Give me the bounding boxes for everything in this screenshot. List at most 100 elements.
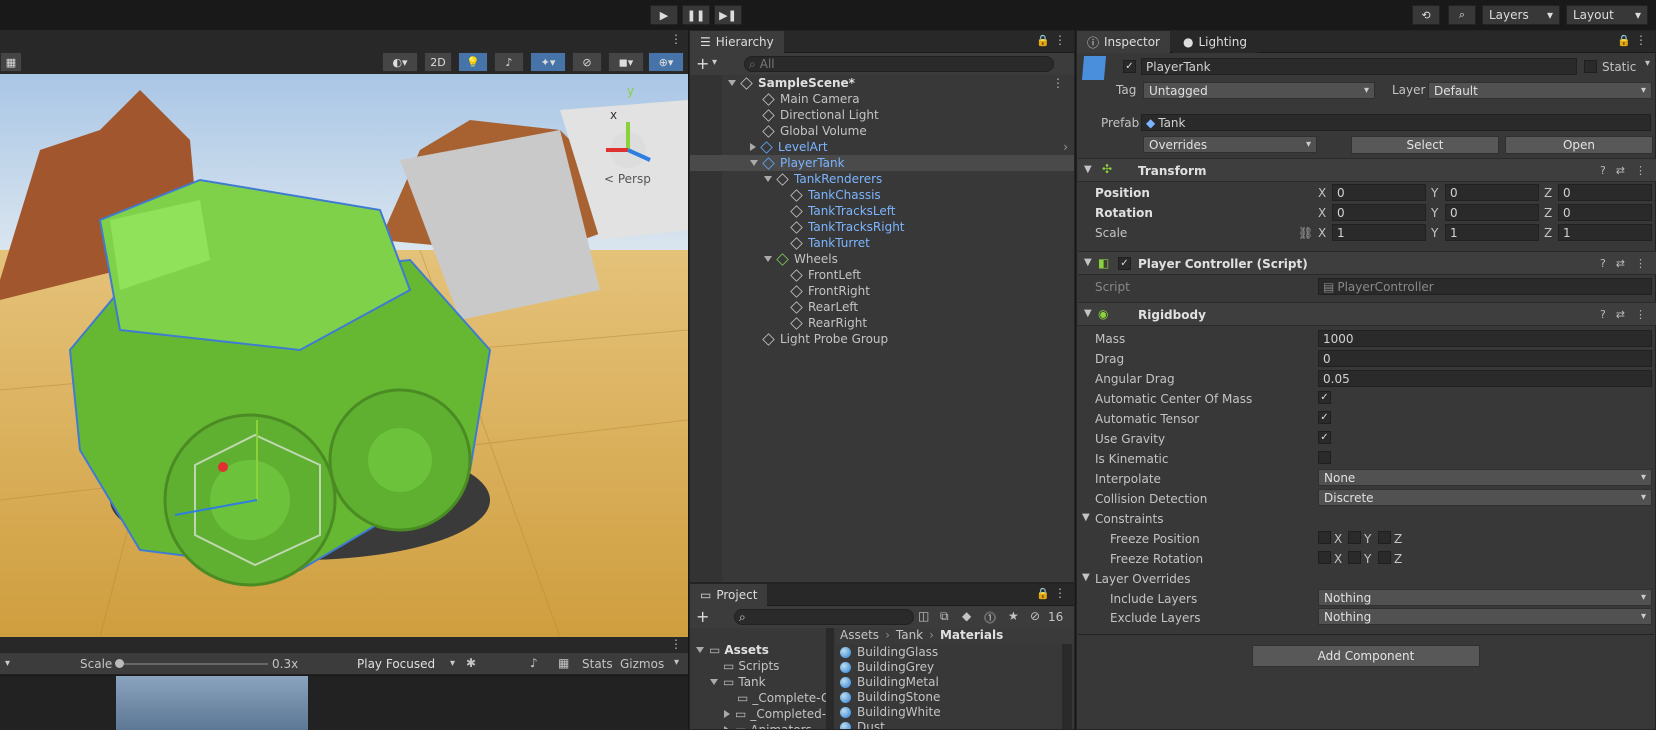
hierarchy-item[interactable]: TankTurret	[690, 235, 1074, 251]
project-folder[interactable]: ▭ Assets	[690, 642, 769, 658]
hierarchy-item[interactable]: Global Volume	[690, 123, 1074, 139]
lock-icon[interactable]: 🔒	[1617, 34, 1631, 47]
freeze-rotation-z-checkbox[interactable]	[1378, 551, 1391, 564]
tab-lighting[interactable]: ● Lighting	[1173, 31, 1257, 53]
add-button[interactable]: +	[696, 607, 709, 626]
more-icon[interactable]: ⋮	[670, 637, 682, 651]
gizmos-toggle[interactable]: ⊕▾	[648, 52, 684, 72]
rotation-z-axis-label[interactable]: Z	[1544, 206, 1552, 220]
settings-icon[interactable]: ⇄	[1616, 257, 1625, 270]
position-x-field[interactable]: 0	[1332, 184, 1426, 201]
help-icon[interactable]: ?	[1600, 164, 1606, 177]
project-folder[interactable]: ▭ _Complete-G	[690, 690, 826, 706]
more-icon[interactable]: ⋮	[1054, 33, 1066, 47]
history-button[interactable]: ⟲	[1412, 5, 1440, 25]
freeze-position-x-checkbox[interactable]	[1318, 531, 1331, 544]
static-checkbox[interactable]	[1584, 60, 1597, 73]
project-folder[interactable]: ▭ _Completed-	[690, 706, 826, 722]
scale-y-field[interactable]: 1	[1445, 224, 1539, 241]
active-checkbox[interactable]: ✓	[1123, 60, 1136, 73]
more-icon[interactable]: ⋮	[1054, 586, 1066, 600]
hierarchy-item[interactable]: FrontRight	[690, 283, 1074, 299]
project-folder[interactable]: ▭ Tank	[690, 674, 766, 690]
layer-dropdown[interactable]: Default	[1428, 82, 1652, 99]
foldout-arrow-icon[interactable]: ▼	[1084, 308, 1092, 319]
lighting-toggle[interactable]: 💡	[458, 52, 488, 72]
foldout-arrow-icon[interactable]: ▼	[1084, 257, 1092, 268]
rotation-x-axis-label[interactable]: X	[1318, 206, 1326, 220]
tag-dropdown[interactable]: Untagged	[1143, 82, 1375, 99]
breadcrumb-assets[interactable]: Assets	[840, 628, 879, 644]
is-kinematic-checkbox[interactable]	[1318, 451, 1331, 464]
breadcrumb-materials[interactable]: Materials	[940, 628, 1003, 644]
hidden-count-icon[interactable]: ⊘	[1030, 609, 1040, 623]
collapse-arrow-icon[interactable]	[710, 679, 718, 685]
step-button[interactable]: ▶❚	[714, 5, 742, 25]
warning-icon[interactable]: ⓵	[984, 609, 996, 626]
scene-view[interactable]: y x < Persp	[0, 30, 688, 637]
collapse-arrow-icon[interactable]	[728, 80, 736, 86]
constrain-proportions-icon[interactable]: ⛓	[1298, 226, 1313, 240]
display-dropdown[interactable]	[0, 655, 72, 672]
shading-button[interactable]: ◐▾	[382, 52, 418, 72]
scale-z-field[interactable]: 1	[1558, 224, 1652, 241]
player-controller-header[interactable]: ▼ ◧ ✓ Player Controller (Script) ? ⇄ ⋮	[1078, 251, 1656, 275]
foldout-arrow-icon[interactable]: ▼	[1084, 164, 1092, 175]
mass-field[interactable]: 1000	[1318, 330, 1652, 347]
tree-scrollbar[interactable]	[826, 628, 834, 729]
hierarchy-item[interactable]: TankRenderers	[690, 171, 1074, 187]
chevron-right-icon[interactable]: ›	[1063, 140, 1068, 154]
help-icon[interactable]: ?	[1600, 257, 1606, 270]
name-field[interactable]: PlayerTank	[1141, 58, 1577, 75]
angular-drag-field[interactable]: 0.05	[1318, 370, 1652, 387]
select-button[interactable]: Select	[1351, 136, 1499, 154]
tab-project[interactable]: ▭ Project	[690, 584, 768, 606]
settings-icon[interactable]: ⇄	[1616, 308, 1625, 321]
foldout-arrow-icon[interactable]: ▼	[1082, 572, 1090, 583]
play-button[interactable]: ▶	[650, 5, 678, 25]
collapse-arrow-icon[interactable]	[696, 647, 704, 653]
add-component-button[interactable]: Add Component	[1252, 645, 1480, 667]
search-by-type-icon[interactable]: ◫	[918, 609, 929, 623]
add-button[interactable]: +	[696, 54, 709, 73]
2d-toggle[interactable]: 2D	[424, 52, 452, 72]
position-y-field[interactable]: 0	[1445, 184, 1539, 201]
collapse-arrow-icon[interactable]	[764, 256, 772, 262]
collapse-arrow-icon[interactable]	[764, 176, 772, 182]
foldout-arrow-icon[interactable]: ▼	[1082, 512, 1090, 523]
keyboard-icon[interactable]: ▦	[558, 656, 569, 670]
scale-z-axis-label[interactable]: Z	[1544, 226, 1552, 240]
transform-header[interactable]: ▼ ✣ Transform ? ⇄ ⋮	[1078, 158, 1656, 182]
scene-root[interactable]: SampleScene* ⋮	[690, 75, 1074, 91]
freeze-rotation-x-checkbox[interactable]	[1318, 551, 1331, 564]
project-file[interactable]: BuildingStone	[840, 689, 940, 705]
project-file[interactable]: Dust	[840, 719, 885, 729]
pause-button[interactable]: ❚❚	[682, 5, 710, 25]
scale-x-field[interactable]: 1	[1332, 224, 1426, 241]
game-view[interactable]	[0, 676, 688, 730]
hierarchy-item[interactable]: Main Camera	[690, 91, 1074, 107]
breadcrumb-tank[interactable]: Tank	[896, 628, 923, 644]
auto-center-of-mass-checkbox[interactable]: ✓	[1318, 391, 1331, 404]
freeze-rotation-y-checkbox[interactable]	[1348, 551, 1361, 564]
constraints-foldout[interactable]: Constraints	[1095, 512, 1163, 526]
hierarchy-item[interactable]: RearLeft	[690, 299, 1074, 315]
project-file[interactable]: BuildingGrey	[840, 659, 934, 675]
filter-icon[interactable]: ⧉	[940, 609, 949, 624]
grid-button[interactable]: ▦	[0, 52, 22, 72]
lock-icon[interactable]: 🔒	[1036, 587, 1050, 600]
scale-x-axis-label[interactable]: X	[1318, 226, 1326, 240]
layer-overrides-foldout[interactable]: Layer Overrides	[1095, 572, 1190, 586]
expand-arrow-icon[interactable]	[750, 143, 756, 151]
drag-field[interactable]: 0	[1318, 350, 1652, 367]
expand-arrow-icon[interactable]	[724, 726, 730, 729]
overrides-dropdown[interactable]: Overrides	[1143, 136, 1317, 153]
gameobject-icon[interactable]	[1081, 56, 1107, 80]
scale-slider[interactable]	[115, 659, 268, 668]
more-icon[interactable]: ⋮	[670, 32, 682, 46]
star-icon[interactable]: ★	[1008, 609, 1019, 623]
settings-icon[interactable]: ⇄	[1616, 164, 1625, 177]
camera-button[interactable]: ◼▾	[608, 52, 644, 72]
rotation-x-field[interactable]: 0	[1332, 204, 1426, 221]
persp-label[interactable]: < Persp	[604, 172, 651, 186]
